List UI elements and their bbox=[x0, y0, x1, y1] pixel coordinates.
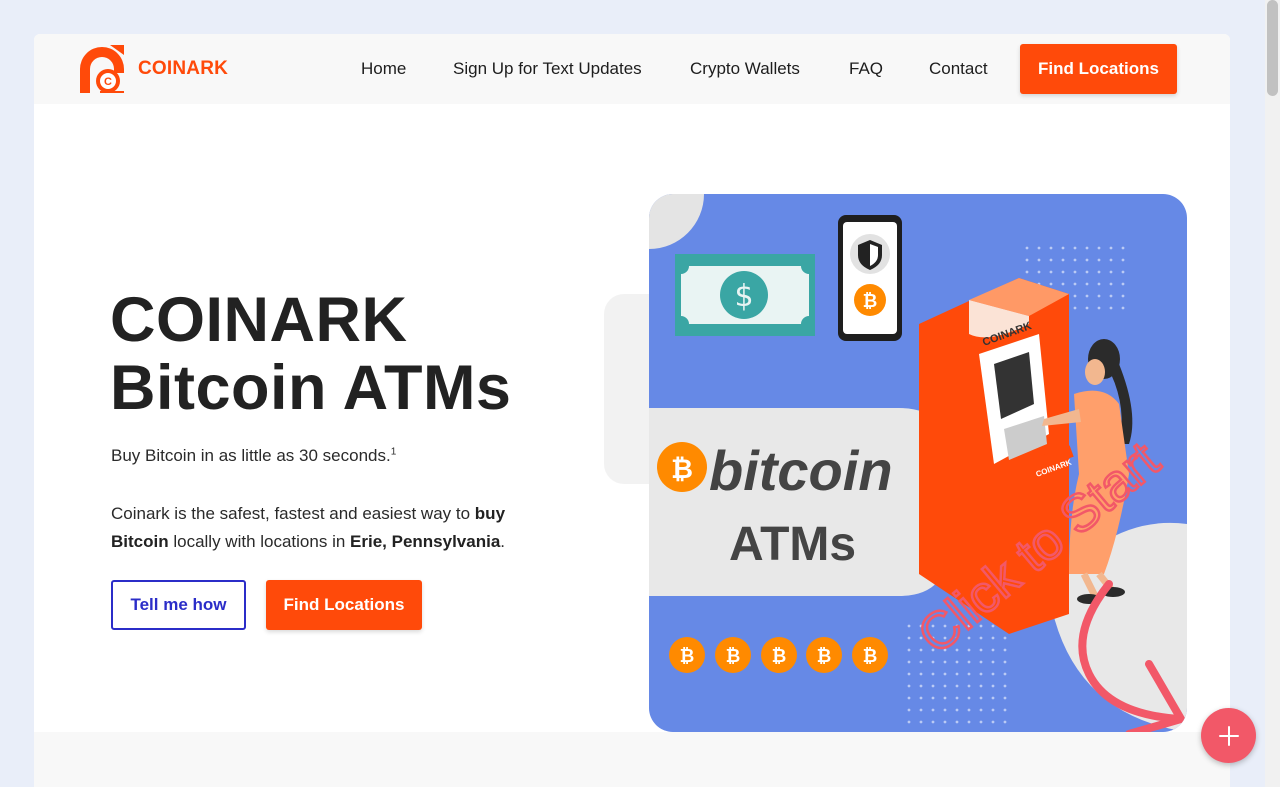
nav-item-sign-up-text-updates[interactable]: Sign Up for Text Updates bbox=[453, 59, 642, 79]
coinark-logo-icon: C bbox=[80, 45, 124, 93]
desc-text-3: . bbox=[500, 532, 506, 551]
hero-find-locations-button[interactable]: Find Locations bbox=[266, 580, 422, 630]
smartphone-icon: ₿ bbox=[838, 215, 902, 341]
panel-btc-symbol: ₿ bbox=[671, 454, 693, 485]
illustration-canvas: $ ₿ ₿ bitcoin ATMs COINARK COINARK ₿ ₿ ₿… bbox=[649, 194, 1187, 732]
illustration-word-bitcoin: bitcoin bbox=[709, 439, 893, 502]
hero-title-line-2: Bitcoin ATMs bbox=[110, 353, 512, 423]
tell-me-how-button[interactable]: Tell me how bbox=[111, 580, 246, 630]
coin-btc-symbol: ₿ bbox=[772, 646, 787, 667]
page-scrollbar[interactable] bbox=[1265, 0, 1280, 787]
header-find-locations-button[interactable]: Find Locations bbox=[1020, 44, 1177, 94]
phone-btc-symbol: ₿ bbox=[863, 291, 878, 312]
nav-item-crypto-wallets[interactable]: Crypto Wallets bbox=[690, 59, 800, 79]
page-container: C COINARK Home Sign Up for Text Updates … bbox=[34, 34, 1230, 787]
brand-logo[interactable]: C COINARK bbox=[78, 44, 228, 94]
desc-bold-location: Erie, Pennsylvania bbox=[350, 532, 501, 551]
hero-subtitle: Buy Bitcoin in as little as 30 seconds.1 bbox=[111, 446, 396, 466]
desc-text-2: locally with locations in bbox=[168, 532, 351, 551]
scrollbar-thumb[interactable] bbox=[1267, 0, 1278, 96]
coin-btc-symbol: ₿ bbox=[726, 646, 741, 667]
next-section-band bbox=[34, 732, 1230, 787]
hero-title-line-1: COINARK bbox=[110, 285, 408, 355]
nav-item-faq[interactable]: FAQ bbox=[849, 59, 883, 79]
site-header: C COINARK Home Sign Up for Text Updates … bbox=[34, 34, 1230, 104]
footnote-marker[interactable]: 1 bbox=[391, 446, 397, 457]
hero-title: COINARK Bitcoin ATMs bbox=[110, 286, 511, 422]
desc-text-1: Coinark is the safest, fastest and easie… bbox=[111, 504, 475, 523]
coin-btc-symbol: ₿ bbox=[680, 646, 695, 667]
plus-icon bbox=[1218, 725, 1239, 746]
floating-action-button[interactable] bbox=[1201, 708, 1256, 763]
hero-description: Coinark is the safest, fastest and easie… bbox=[111, 500, 551, 556]
nav-item-home[interactable]: Home bbox=[361, 59, 406, 79]
coin-btc-symbol: ₿ bbox=[863, 646, 878, 667]
banknote-icon: $ bbox=[675, 254, 815, 336]
coin-btc-symbol: ₿ bbox=[817, 646, 832, 667]
brand-name: COINARK bbox=[138, 58, 229, 79]
bitcoin-atm-illustration[interactable]: $ ₿ ₿ bitcoin ATMs COINARK COINARK ₿ ₿ ₿… bbox=[649, 194, 1187, 732]
svg-text:C: C bbox=[104, 76, 112, 88]
hero-subtitle-text: Buy Bitcoin in as little as 30 seconds. bbox=[111, 446, 391, 465]
illustration-word-atms: ATMs bbox=[729, 518, 856, 571]
banknote-dollar-symbol: $ bbox=[734, 279, 753, 314]
nav-item-contact[interactable]: Contact bbox=[929, 59, 988, 79]
